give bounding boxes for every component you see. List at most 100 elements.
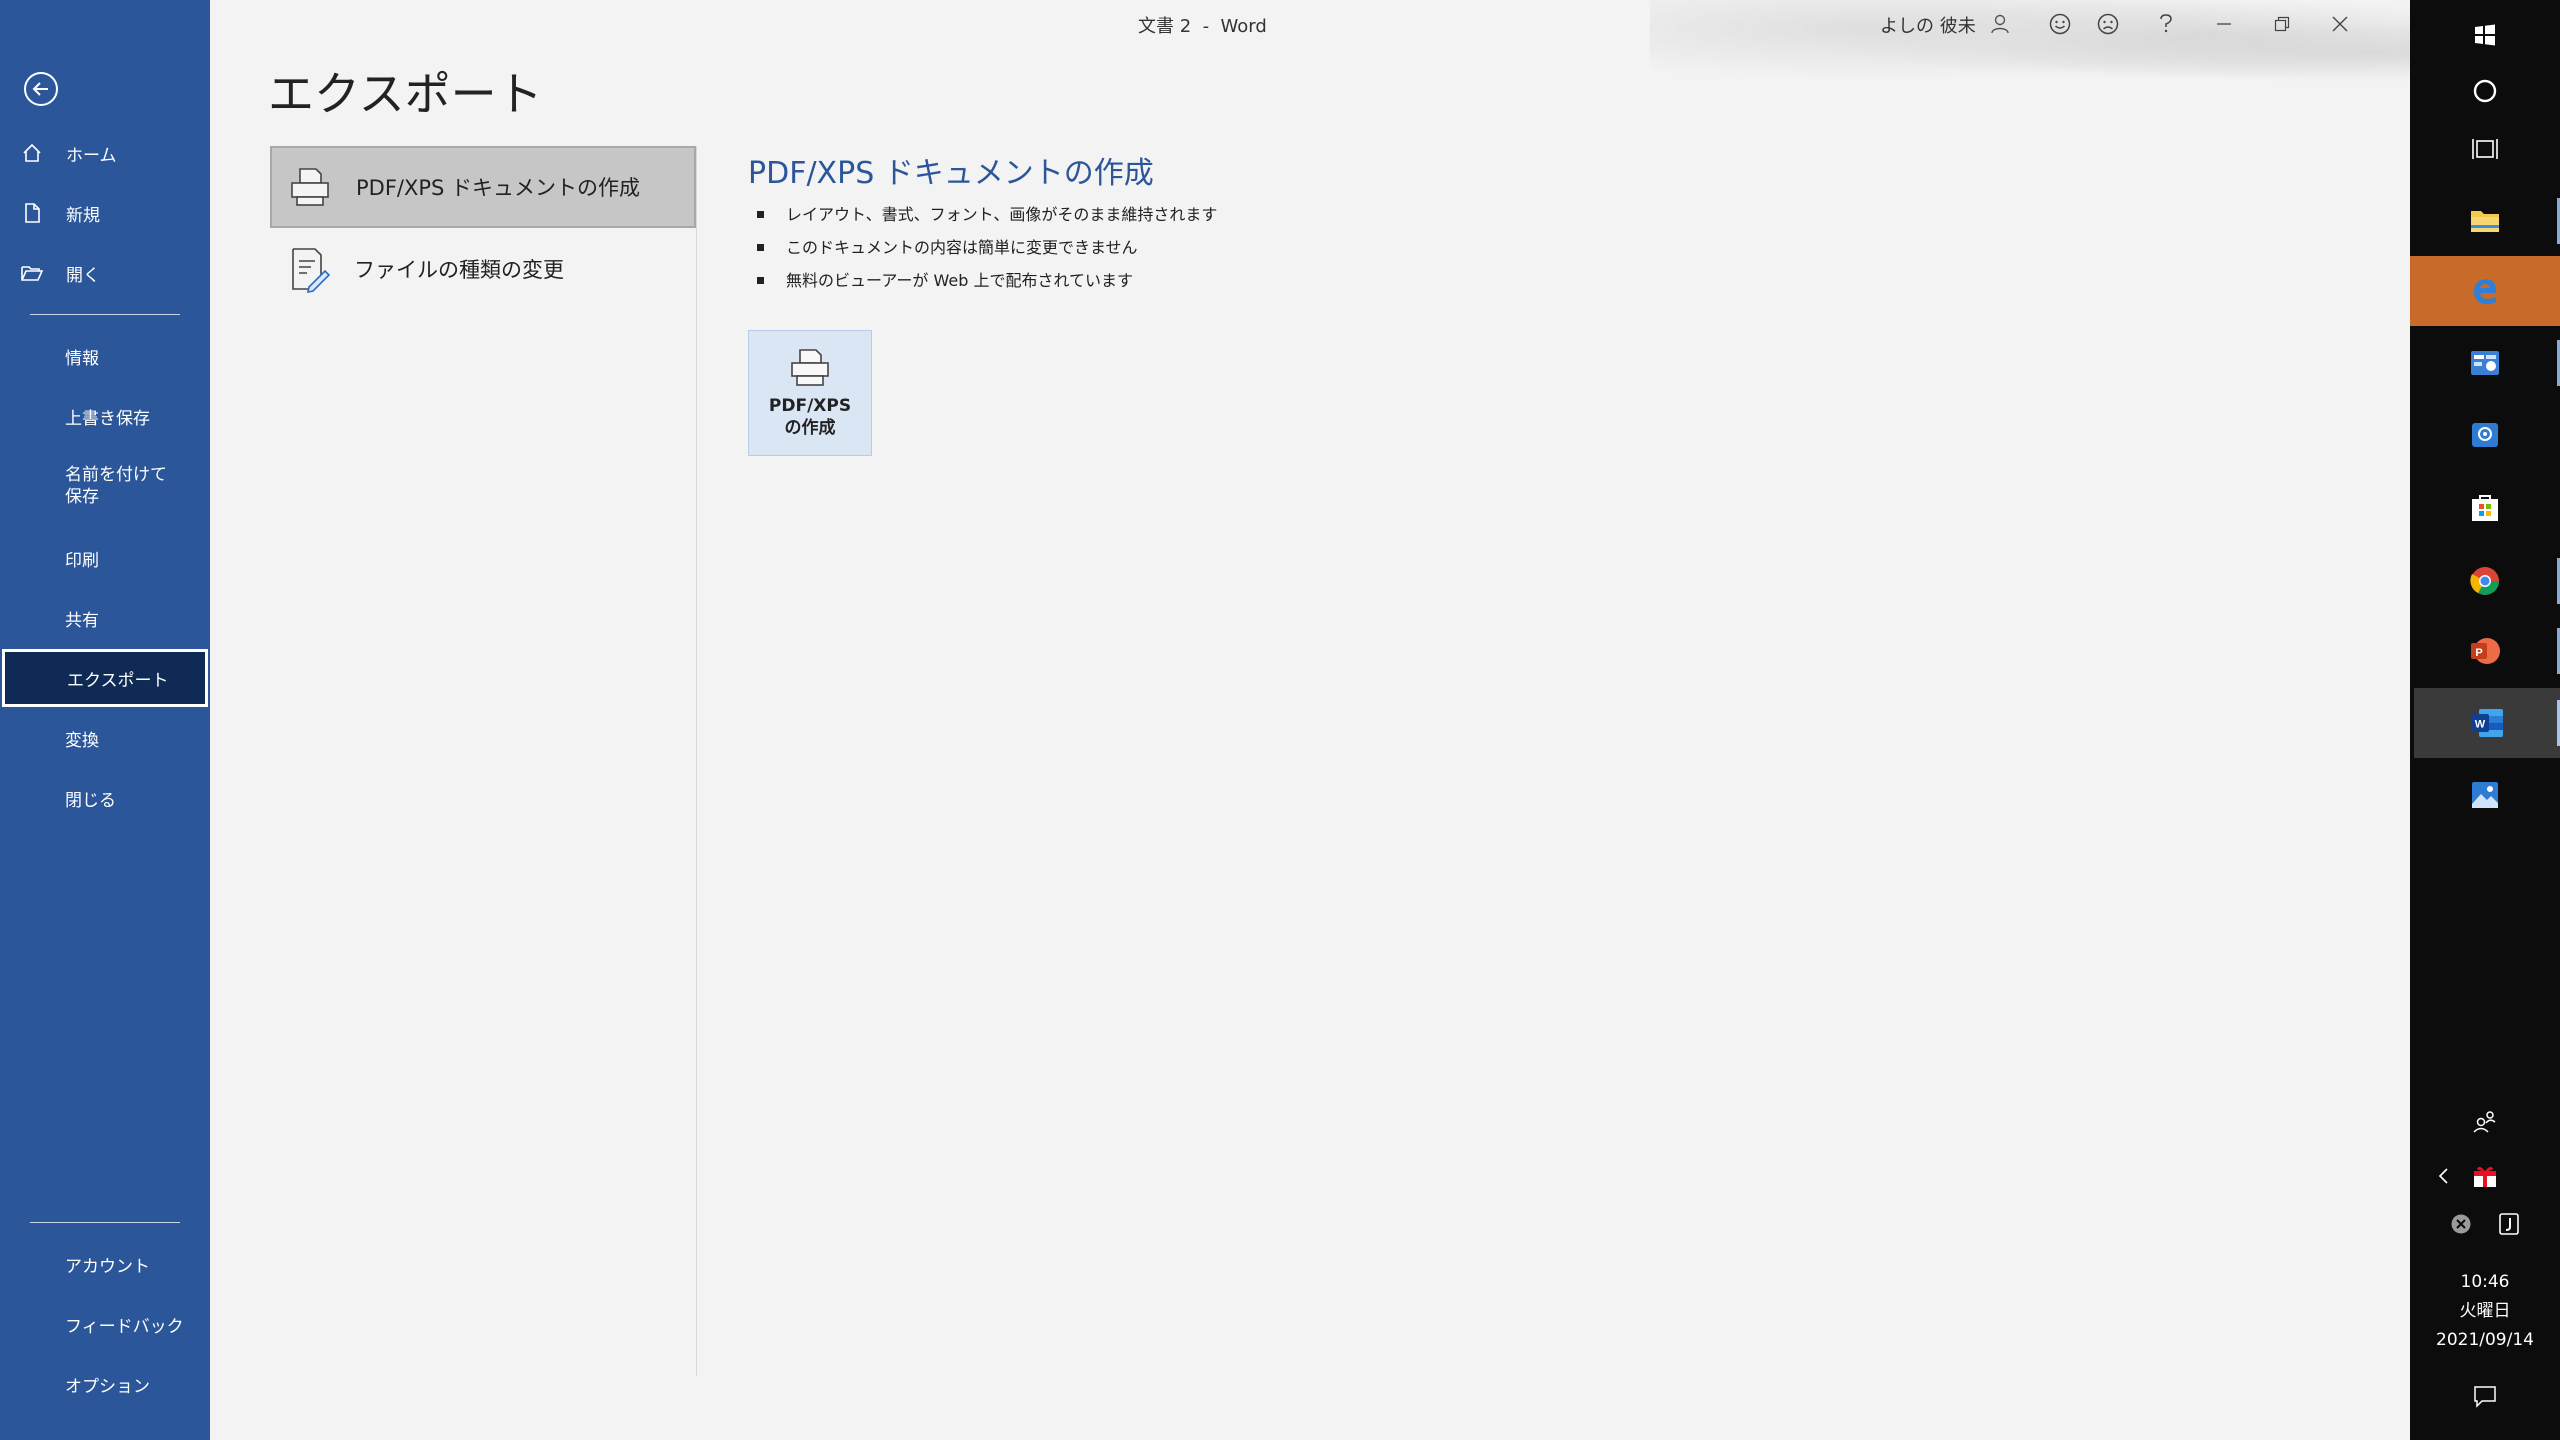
nav-item-account[interactable]: アカウント xyxy=(0,1235,208,1293)
notification-icon xyxy=(2474,1386,2496,1408)
taskbar-store[interactable] xyxy=(2410,472,2560,542)
bullet-item: 無料のビューアーが Web 上で配布されています xyxy=(748,264,1648,297)
taskbar-powerpoint[interactable]: P xyxy=(2410,616,2560,686)
export-options-list: PDF/XPS ドキュメントの作成 ファイルの種類の変更 xyxy=(270,146,696,310)
home-icon xyxy=(0,142,64,164)
nav-item-export[interactable]: エクスポート xyxy=(2,649,208,707)
nav-divider xyxy=(30,1222,180,1223)
nav-item-open[interactable]: 開く xyxy=(0,244,208,302)
people-icon xyxy=(2473,1111,2496,1133)
nav-item-label: 上書き保存 xyxy=(65,408,150,429)
option-create-pdf-xps[interactable]: PDF/XPS ドキュメントの作成 xyxy=(270,146,696,228)
option-label: ファイルの種類の変更 xyxy=(354,258,564,282)
photos-icon xyxy=(2472,782,2498,808)
ime-icon xyxy=(2499,1213,2519,1235)
tray-app-badge[interactable] xyxy=(2410,1158,2560,1194)
nav-item-options[interactable]: オプション xyxy=(0,1355,208,1413)
taskbar-chrome[interactable] xyxy=(2410,546,2560,616)
svg-text:W: W xyxy=(2475,719,2486,731)
close-circle-icon xyxy=(2451,1214,2471,1234)
nav-item-label: 印刷 xyxy=(65,550,99,571)
taskbar-edge[interactable] xyxy=(2410,256,2560,326)
mail-icon xyxy=(2472,423,2498,447)
windows-start-icon xyxy=(2475,24,2495,46)
printer-document-icon xyxy=(272,165,348,209)
file-explorer-icon xyxy=(2471,211,2499,232)
detail-heading: PDF/XPS ドキュメントの作成 xyxy=(748,156,1154,191)
new-document-icon xyxy=(0,202,64,224)
nav-item-label: アカウント xyxy=(65,1256,150,1277)
backstage-nav: ホーム 新規 開く 情報 上書き保存 名前を付けて保存 印刷 共有 エクスポート… xyxy=(0,0,210,1440)
chrome-icon xyxy=(2470,567,2499,595)
close-icon xyxy=(2332,16,2348,32)
pane-divider xyxy=(696,146,697,1376)
nav-item-home[interactable]: ホーム xyxy=(0,124,208,182)
nav-item-transform[interactable]: 変換 xyxy=(0,709,208,767)
restore-button[interactable] xyxy=(2264,6,2300,42)
title-bar: 文書 2 - Word よしの 彼未 xyxy=(210,0,2410,95)
clock-day[interactable]: 火曜日 xyxy=(2410,1297,2560,1326)
frown-icon[interactable] xyxy=(2090,6,2126,42)
close-button[interactable] xyxy=(2322,6,2358,42)
detail-pane: PDF/XPS ドキュメントの作成 レイアウト、書式、フォント、画像がそのまま維… xyxy=(748,148,1648,297)
nav-item-label: 名前を付けて保存 xyxy=(65,465,167,507)
back-button[interactable] xyxy=(24,72,58,106)
smile-icon[interactable] xyxy=(2042,6,2078,42)
nav-item-label: 閉じる xyxy=(65,790,116,811)
create-button-label: PDF/XPS の作成 xyxy=(769,395,851,439)
nav-item-info[interactable]: 情報 xyxy=(0,327,208,385)
cortana-icon xyxy=(2473,79,2497,103)
detail-bullets: レイアウト、書式、フォント、画像がそのまま維持されます このドキュメントの内容は… xyxy=(748,198,1648,297)
create-pdf-xps-button[interactable]: PDF/XPS の作成 xyxy=(748,330,872,456)
taskbar-control-panel[interactable] xyxy=(2410,328,2560,398)
user-name[interactable]: よしの 彼未 xyxy=(1880,12,1976,38)
clock-time[interactable]: 10:46 xyxy=(2410,1268,2560,1297)
account-icon[interactable] xyxy=(1982,6,2018,42)
control-panel-icon xyxy=(2471,351,2499,375)
minimize-button[interactable] xyxy=(2206,6,2242,42)
taskbar-task-view[interactable] xyxy=(2410,114,2560,184)
back-arrow-icon xyxy=(32,82,48,96)
nav-item-label: 開く xyxy=(66,265,100,286)
folder-open-icon xyxy=(0,262,64,284)
nav-item-save[interactable]: 上書き保存 xyxy=(0,387,208,445)
nav-item-label: フィードバック xyxy=(65,1316,184,1337)
taskbar-file-explorer[interactable] xyxy=(2410,186,2560,256)
tray-people[interactable] xyxy=(2410,1104,2560,1140)
change-file-type-icon xyxy=(270,245,346,293)
nav-item-label: エクスポート xyxy=(67,670,169,691)
nav-item-print[interactable]: 印刷 xyxy=(0,529,208,587)
bullet-item: レイアウト、書式、フォント、画像がそのまま維持されます xyxy=(748,198,1648,231)
tray-status-error[interactable] xyxy=(2436,1206,2486,1242)
page-title: エクスポート xyxy=(268,67,543,121)
edge-icon xyxy=(2474,279,2497,304)
nav-item-label: 共有 xyxy=(65,610,99,631)
printer-document-icon xyxy=(791,349,829,386)
gift-badge-icon xyxy=(2474,1166,2496,1187)
create-button-label-line2: の作成 xyxy=(784,418,836,438)
word-icon: W xyxy=(2471,709,2503,737)
bullet-item: このドキュメントの内容は簡単に変更できません xyxy=(748,231,1648,264)
option-label: PDF/XPS ドキュメントの作成 xyxy=(356,176,641,200)
svg-text:P: P xyxy=(2475,647,2482,659)
nav-item-new[interactable]: 新規 xyxy=(0,184,208,242)
option-change-file-type[interactable]: ファイルの種類の変更 xyxy=(270,228,696,310)
nav-item-label: 新規 xyxy=(66,205,100,226)
nav-item-share[interactable]: 共有 xyxy=(0,589,208,647)
store-icon xyxy=(2472,495,2498,521)
powerpoint-icon: P xyxy=(2471,638,2500,664)
notification-center-button[interactable] xyxy=(2410,1378,2560,1414)
help-icon[interactable] xyxy=(2148,6,2184,42)
nav-item-label: 情報 xyxy=(65,348,99,369)
nav-item-close[interactable]: 閉じる xyxy=(0,769,208,827)
taskbar-word[interactable]: W xyxy=(2414,688,2560,758)
nav-item-feedback[interactable]: フィードバック xyxy=(0,1295,208,1353)
create-button-label-line1: PDF/XPS xyxy=(768,396,852,416)
taskbar-mail[interactable] xyxy=(2410,400,2560,470)
taskbar: P W 10:46 火曜日 2021/09/14 xyxy=(2410,0,2560,1440)
tray-ime[interactable] xyxy=(2484,1206,2534,1242)
taskbar-photos[interactable] xyxy=(2410,760,2560,830)
clock-date[interactable]: 2021/09/14 xyxy=(2410,1326,2560,1355)
nav-item-label: オプション xyxy=(65,1376,150,1397)
nav-item-save-as[interactable]: 名前を付けて保存 xyxy=(0,448,208,526)
